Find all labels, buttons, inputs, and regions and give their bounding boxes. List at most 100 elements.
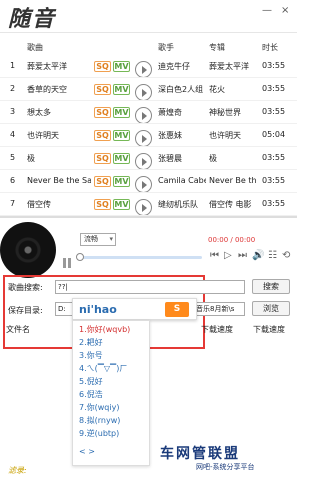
song-duration: 03:55 (262, 153, 286, 162)
column-header-artist: 歌手 (158, 43, 174, 52)
song-row[interactable]: 6 Never Be the Sa SQ MV Camila Cabe Never Be … (0, 170, 297, 193)
sq-badge[interactable]: SQ (94, 61, 111, 72)
song-artist[interactable]: 迪克牛仔 (158, 61, 206, 72)
song-number: 6 (10, 176, 16, 185)
sq-badge[interactable]: SQ (94, 176, 111, 187)
song-title[interactable]: 极 (27, 153, 91, 164)
volume-icon[interactable]: 🔊 (252, 250, 264, 261)
song-artist[interactable]: 萧煌奇 (158, 107, 206, 118)
song-title[interactable]: Never Be the Sa (27, 176, 91, 185)
song-duration: 03:55 (262, 84, 286, 93)
song-artist[interactable]: 深白色2人组 (158, 84, 206, 95)
ime-page-arrows-icon[interactable]: < > (79, 447, 95, 456)
ime-candidate[interactable]: 4.ㄟ(▔▽▔)ㄏ (79, 363, 127, 374)
song-album[interactable]: 花火 (209, 84, 257, 95)
song-title[interactable]: 葬爱太平洋 (27, 61, 91, 72)
sq-badge[interactable]: SQ (94, 153, 111, 164)
save-dir-prefix: D: (58, 305, 66, 313)
ime-candidate-list: < > 1.你好(wqvb) 2.耙好 3.你号 4.ㄟ(▔▽▔)ㄏ 5.倪好 6.倪浩 7… (72, 320, 150, 466)
mv-badge[interactable]: MV (113, 61, 130, 72)
footer-label: 滤录: (8, 466, 27, 475)
sq-badge[interactable]: SQ (94, 84, 111, 95)
minimize-icon[interactable]: — (262, 5, 272, 16)
song-artist[interactable]: Camila Cabe (158, 176, 206, 185)
song-number: 1 (10, 61, 16, 70)
app-logo: 随音 (8, 6, 57, 32)
divider (0, 32, 297, 33)
column-header-title: 歌曲 (27, 43, 43, 52)
column-header-duration: 时长 (262, 43, 278, 52)
mv-badge[interactable]: MV (113, 153, 130, 164)
watermark: 车网管联盟 (160, 446, 240, 462)
quality-select[interactable]: 流畅 (80, 233, 116, 246)
song-artist[interactable]: 张碧晨 (158, 153, 206, 164)
mv-badge[interactable]: MV (113, 176, 130, 187)
ime-composition-bar: ni'hao S (72, 298, 197, 320)
pause-icon[interactable] (62, 258, 72, 268)
divider (0, 216, 297, 218)
song-album[interactable]: Never Be the (209, 176, 257, 185)
song-album[interactable]: 神秘世界 (209, 107, 257, 118)
song-number: 7 (10, 199, 16, 208)
play-icon[interactable] (135, 84, 152, 101)
download-header-speed: 下载速度 (201, 325, 233, 334)
play-icon[interactable] (135, 130, 152, 147)
play-icon[interactable] (135, 153, 152, 170)
close-icon[interactable]: × (281, 5, 289, 16)
ime-candidate[interactable]: 9.逆(ubtp) (79, 428, 119, 439)
play-icon[interactable] (135, 199, 152, 216)
search-label: 歌曲搜索: (8, 283, 43, 292)
song-duration: 03:55 (262, 61, 286, 70)
play-icon[interactable]: ▷ (224, 250, 232, 261)
mv-badge[interactable]: MV (113, 84, 130, 95)
ime-candidate[interactable]: 6.倪浩 (79, 389, 103, 400)
ime-candidate[interactable]: 3.你号 (79, 350, 103, 361)
progress-handle[interactable] (76, 253, 84, 261)
browse-button[interactable]: 浏览 (252, 301, 290, 316)
vinyl-disc-icon (0, 222, 56, 278)
play-icon[interactable] (135, 107, 152, 124)
song-album[interactable]: 葬爱太平洋 (209, 61, 257, 72)
ime-candidate[interactable]: 2.耙好 (79, 337, 103, 348)
download-header-filename: 文件名 (6, 325, 30, 334)
sq-badge[interactable]: SQ (94, 199, 111, 210)
ime-candidate[interactable]: 7.你(wqiy) (79, 402, 119, 413)
ime-candidate[interactable]: 5.倪好 (79, 376, 103, 387)
equalizer-icon[interactable]: ☷ (268, 250, 277, 261)
watermark-subtitle: 网吧-系统分享平台 (196, 463, 255, 471)
column-header-album: 专辑 (209, 43, 225, 52)
song-title[interactable]: 想太多 (27, 107, 91, 118)
song-album[interactable]: 极 (209, 153, 257, 164)
progress-bar[interactable] (78, 256, 202, 259)
song-row[interactable]: 1 葬爱太平洋 SQ MV 迪克牛仔 葬爱太平洋 03:55 (0, 55, 297, 78)
search-button[interactable]: 搜索 (252, 279, 290, 294)
song-row[interactable]: 2 香草的天空 SQ MV 深白色2人组 花火 03:55 (0, 78, 297, 101)
search-input[interactable]: ??| (55, 280, 245, 294)
mv-badge[interactable]: MV (113, 130, 130, 141)
loop-icon[interactable]: ⟲ (282, 250, 290, 261)
song-artist[interactable]: 张惠妹 (158, 130, 206, 141)
prev-icon[interactable]: ⏮ (210, 250, 219, 261)
mv-badge[interactable]: MV (113, 199, 130, 210)
song-number: 3 (10, 107, 16, 116)
sq-badge[interactable]: SQ (94, 107, 111, 118)
ime-candidate[interactable]: 1.你好(wqvb) (79, 324, 130, 335)
ime-candidate[interactable]: 8.拟(rnyw) (79, 415, 120, 426)
song-title[interactable]: 也许明天 (27, 130, 91, 141)
play-icon[interactable] (135, 61, 152, 78)
song-row[interactable]: 5 极 SQ MV 张碧晨极 03:55 (0, 147, 297, 170)
sq-badge[interactable]: SQ (94, 130, 111, 141)
song-row[interactable]: 4 也许明天 SQ MV 张惠妹 也许明天 05:04 (0, 124, 297, 147)
song-row[interactable]: 3 想太多 SQ MV 萧煌奇 神秘世界 03:55 (0, 101, 297, 124)
play-icon[interactable] (135, 176, 152, 193)
song-title[interactable]: 借空传 (27, 199, 91, 210)
song-album[interactable]: 也许明天 (209, 130, 257, 141)
song-title[interactable]: 香草的天空 (27, 84, 91, 95)
song-artist[interactable]: 缝纫机乐队 (158, 199, 206, 210)
next-icon[interactable]: ⏭ (238, 250, 247, 261)
song-album[interactable]: 借空传 电影 (209, 199, 257, 210)
song-duration: 05:04 (262, 130, 286, 139)
mv-badge[interactable]: MV (113, 107, 130, 118)
song-number: 5 (10, 153, 16, 162)
song-row[interactable]: 7 借空传 SQ MV 缝纫机乐队 借空传 电影 03:55 (0, 193, 297, 216)
